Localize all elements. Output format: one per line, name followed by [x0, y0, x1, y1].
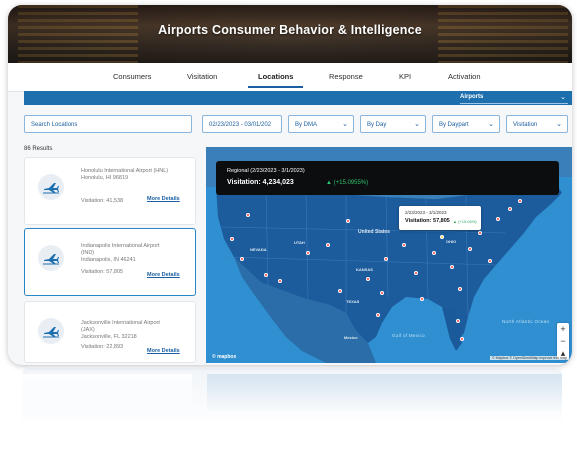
airport-marker[interactable]	[508, 207, 512, 211]
airport-tooltip: 2/23/2023 - 3/1/2023 Visitation: 57,805 …	[399, 206, 481, 230]
airport-marker[interactable]	[384, 257, 388, 261]
chevron-down-icon: ⌄	[556, 121, 562, 128]
reflection-effect	[22, 368, 562, 428]
map-label-country: United States	[358, 229, 390, 235]
airport-marker[interactable]	[420, 297, 424, 301]
location-name: Jacksonville International Airport (JAX)…	[81, 320, 160, 340]
location-visitation: Visitation: 57,805	[81, 269, 124, 275]
airplane-icon	[38, 245, 64, 271]
daypart-dropdown[interactable]: By Daypart ⌄	[432, 115, 500, 133]
location-card[interactable]: Honolulu International Airport (HNL) Hon…	[24, 157, 196, 225]
app-window: Airports Consumer Behavior & Intelligenc…	[8, 5, 572, 365]
zoom-in-button[interactable]: +	[557, 323, 569, 335]
date-range-picker[interactable]: 02/23/2023 - 03/01/202	[202, 115, 282, 133]
daypart-dropdown-value: By Daypart	[439, 122, 469, 128]
tab-kpi[interactable]: KPI	[399, 72, 411, 81]
main-nav: Consumers Visitation Locations Response …	[8, 63, 572, 92]
airport-marker[interactable]	[246, 213, 250, 217]
interval-dropdown[interactable]: By Day ⌄	[360, 115, 426, 133]
map-label-kansas: KANSAS	[356, 267, 373, 272]
chevron-down-icon: ⌄	[342, 121, 348, 128]
airport-marker[interactable]	[450, 265, 454, 269]
map-label-ohio: OHIO	[446, 239, 457, 244]
more-details-link[interactable]: More Details	[147, 272, 180, 278]
map-label-gulf: Gulf of Mexico	[392, 333, 425, 338]
airport-marker[interactable]	[278, 279, 282, 283]
airport-marker[interactable]	[376, 313, 380, 317]
map-label-atlantic: North Atlantic Ocean	[502, 319, 550, 324]
location-card[interactable]: Indianapolis International Airport (IND)…	[24, 228, 196, 296]
results-count: 86 Results	[24, 146, 53, 152]
mapbox-logo[interactable]: © mapbox	[212, 354, 236, 360]
map-label-utah: UTAH	[294, 240, 305, 245]
airport-marker[interactable]	[230, 237, 234, 241]
region-dropdown[interactable]: By DMA ⌄	[288, 115, 354, 133]
hero-banner: Airports Consumer Behavior & Intelligenc…	[8, 5, 572, 63]
airport-marker[interactable]	[346, 219, 350, 223]
airport-marker[interactable]	[402, 243, 406, 247]
zoom-controls: + − ▴	[557, 323, 569, 359]
airport-marker[interactable]	[264, 273, 268, 277]
regional-visitation: Visitation: 4,234,023	[227, 179, 294, 186]
search-input[interactable]: Search Locations	[24, 115, 192, 133]
map-attribution[interactable]: © Mapbox © OpenStreetMap Improve this ma…	[489, 356, 569, 360]
airport-marker[interactable]	[468, 247, 472, 251]
airport-marker-selected[interactable]	[440, 235, 444, 239]
category-bar: Airports ⌄	[24, 91, 572, 105]
airport-marker[interactable]	[306, 251, 310, 255]
tab-visitation[interactable]: Visitation	[187, 72, 217, 81]
airport-tooltip-visitation: Visitation: 57,805	[405, 218, 450, 224]
regional-tooltip: Regional (2/23/2023 - 3/1/2023) Visitati…	[216, 161, 559, 195]
filter-bar: Search Locations 02/23/2023 - 03/01/202 …	[8, 115, 572, 137]
map-label-texas: TEXAS	[346, 299, 360, 304]
airport-tooltip-period: 2/23/2023 - 3/1/2023	[405, 210, 447, 215]
interval-dropdown-value: By Day	[367, 122, 387, 128]
more-details-link[interactable]: More Details	[147, 348, 180, 354]
tab-response[interactable]: Response	[329, 72, 363, 81]
airport-marker[interactable]	[496, 217, 500, 221]
category-select[interactable]: Airports ⌄	[460, 93, 568, 104]
airport-marker[interactable]	[326, 243, 330, 247]
regional-change: ▲ (+15.0955%)	[326, 180, 369, 186]
region-dropdown-value: By DMA	[295, 122, 318, 128]
tab-activation[interactable]: Activation	[448, 72, 481, 81]
chevron-down-icon: ⌄	[560, 94, 566, 101]
regional-period: Regional (2/23/2023 - 3/1/2023)	[227, 168, 305, 174]
page-title: Airports Consumer Behavior & Intelligenc…	[158, 23, 422, 37]
tab-consumers[interactable]: Consumers	[113, 72, 151, 81]
chevron-down-icon: ⌄	[488, 121, 494, 128]
airport-marker[interactable]	[240, 257, 244, 261]
tab-locations[interactable]: Locations	[247, 72, 304, 88]
chevron-down-icon: ⌄	[414, 121, 420, 128]
airport-marker[interactable]	[432, 251, 436, 255]
location-visitation: Visitation: 41,538	[81, 198, 124, 204]
location-name: Indianapolis International Airport (IND)…	[81, 243, 160, 263]
airport-marker[interactable]	[458, 287, 462, 291]
map-label-nevada: NEVADA	[250, 247, 267, 252]
airport-tooltip-change: ▲ (+15.09%)	[453, 219, 477, 224]
airport-marker[interactable]	[460, 337, 464, 341]
location-card[interactable]: Jacksonville International Airport (JAX)…	[24, 301, 196, 363]
category-select-value: Airports	[460, 94, 484, 100]
airport-marker[interactable]	[488, 259, 492, 263]
airplane-icon	[38, 174, 64, 200]
airport-marker[interactable]	[366, 277, 370, 281]
airport-marker[interactable]	[414, 271, 418, 275]
airplane-icon	[38, 318, 64, 344]
airport-marker[interactable]	[518, 199, 522, 203]
airport-marker[interactable]	[338, 289, 342, 293]
map-label-mexico: Mexico	[344, 335, 358, 340]
airport-marker[interactable]	[456, 319, 460, 323]
more-details-link[interactable]: More Details	[147, 196, 180, 202]
locations-map[interactable]: UTAH NEVADA KANSAS OHIO TEXAS United Sta…	[206, 147, 572, 363]
location-visitation: Visitation: 22,893	[81, 344, 124, 350]
airport-marker[interactable]	[478, 231, 482, 235]
location-name: Honolulu International Airport (HNL) Hon…	[81, 168, 169, 181]
airport-marker[interactable]	[380, 291, 384, 295]
metric-dropdown-value: Visitation	[513, 122, 538, 128]
metric-dropdown[interactable]: Visitation ⌄	[506, 115, 568, 133]
zoom-out-button[interactable]: −	[557, 335, 569, 347]
